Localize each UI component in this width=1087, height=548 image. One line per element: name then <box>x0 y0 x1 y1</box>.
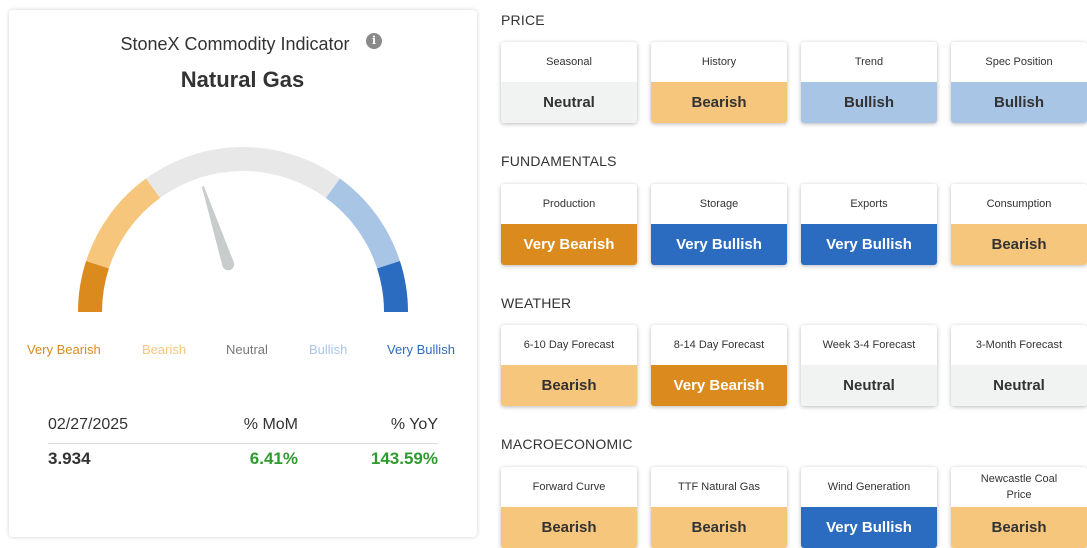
stats-mom: 6.41% <box>249 449 298 468</box>
section-title-price: PRICE <box>501 12 545 28</box>
tile-value: Bearish <box>651 82 787 123</box>
tile-label: Wind Generation <box>827 481 911 493</box>
stats-value-row: 3.934 6.41% 143.59% <box>48 444 438 474</box>
indicator-tile-history[interactable]: History Bearish <box>651 42 787 123</box>
stats-date: 02/27/2025 <box>48 416 129 433</box>
indicator-tile-wind-generation[interactable]: Wind Generation Very Bullish <box>801 467 937 548</box>
indicator-tile-production[interactable]: Production Very Bearish <box>501 184 637 265</box>
section-title-weather: WEATHER <box>501 295 572 311</box>
tile-value: Very Bearish <box>501 224 637 265</box>
gauge-arc-bearish <box>86 178 161 269</box>
gauge-label-neutral: Neutral <box>226 342 268 357</box>
indicator-tile-seasonal[interactable]: Seasonal Neutral <box>501 42 637 123</box>
indicator-tile-forward-curve[interactable]: Forward Curve Bearish <box>501 467 637 548</box>
indicator-tile-newcastle-coal-price[interactable]: Newcastle Coal Price Bearish <box>951 467 1087 548</box>
tile-value: Bearish <box>951 507 1087 548</box>
gauge-label-bullish: Bullish <box>309 342 348 357</box>
indicator-tile-week-3-4-forecast[interactable]: Week 3-4 Forecast Neutral <box>801 325 937 406</box>
gauge-arc-neutral <box>146 147 340 199</box>
indicator-tile-exports[interactable]: Exports Very Bullish <box>801 184 937 265</box>
tile-label: History <box>701 56 737 68</box>
indicator-tile-6-10-day-forecast[interactable]: 6-10 Day Forecast Bearish <box>501 325 637 406</box>
tile-label: Consumption <box>986 198 1052 210</box>
tile-label: Exports <box>850 198 888 210</box>
gauge-label-very-bearish: Very Bearish <box>27 342 101 357</box>
tile-value: Bearish <box>501 365 637 406</box>
section-title-macroeconomic: MACROECONOMIC <box>501 436 633 452</box>
tile-value: Neutral <box>951 365 1087 406</box>
tile-value: Bullish <box>951 82 1087 123</box>
stats-mom-header: % MoM <box>243 416 298 433</box>
tile-value: Very Bullish <box>801 224 937 265</box>
tile-label: Week 3-4 Forecast <box>822 339 916 351</box>
gauge-label-very-bullish: Very Bullish <box>387 342 455 357</box>
tile-value: Very Bullish <box>651 224 787 265</box>
tile-label: Newcastle Coal Price <box>980 473 1058 501</box>
tile-value: Bullish <box>801 82 937 123</box>
gauge-arc-very-bearish <box>78 261 109 313</box>
tile-label: 3-Month Forecast <box>975 339 1063 351</box>
indicator-tile-trend[interactable]: Trend Bullish <box>801 42 937 123</box>
tile-label: Seasonal <box>546 56 592 68</box>
tile-value: Bearish <box>951 224 1087 265</box>
gauge-arc-very-bullish <box>377 261 408 313</box>
tile-value: Very Bullish <box>801 507 937 548</box>
indicator-tile-storage[interactable]: Storage Very Bullish <box>651 184 787 265</box>
tile-label: Production <box>542 198 596 210</box>
gauge-arc-bullish <box>325 178 400 269</box>
indicator-tile-3-month-forecast[interactable]: 3-Month Forecast Neutral <box>951 325 1087 406</box>
tile-label: 8-14 Day Forecast <box>673 339 765 351</box>
tile-value: Bearish <box>501 507 637 548</box>
gauge-needle <box>201 186 234 267</box>
tile-label: Trend <box>854 56 884 68</box>
stats-price: 3.934 <box>48 449 91 468</box>
tile-value: Very Bearish <box>651 365 787 406</box>
stats-yoy: 143.59% <box>370 449 438 468</box>
indicator-tile-ttf-natural-gas[interactable]: TTF Natural Gas Bearish <box>651 467 787 548</box>
indicator-tile-8-14-day-forecast[interactable]: 8-14 Day Forecast Very Bearish <box>651 325 787 406</box>
indicator-tile-consumption[interactable]: Consumption Bearish <box>951 184 1087 265</box>
tile-value: Neutral <box>501 82 637 123</box>
indicator-card: StoneX Commodity Indicator i Natural Gas… <box>9 10 477 537</box>
tile-value: Bearish <box>651 507 787 548</box>
tile-label: 6-10 Day Forecast <box>523 339 615 351</box>
stats-yoy-header: % YoY <box>390 416 438 433</box>
indicator-tile-spec-position[interactable]: Spec Position Bullish <box>951 42 1087 123</box>
tile-value: Neutral <box>801 365 937 406</box>
tile-label: Storage <box>699 198 739 210</box>
tile-label: Spec Position <box>985 56 1053 68</box>
section-title-fundamentals: FUNDAMENTALS <box>501 153 617 169</box>
tile-label: Forward Curve <box>532 481 606 493</box>
tile-label: TTF Natural Gas <box>678 481 760 493</box>
stats-table: 02/27/2025 % MoM % YoY 3.934 6.41% 143.5… <box>48 414 438 474</box>
gauge-needle-tip <box>222 258 235 271</box>
stats-header-row: 02/27/2025 % MoM % YoY <box>48 414 438 444</box>
gauge-label-bearish: Bearish <box>142 342 187 357</box>
